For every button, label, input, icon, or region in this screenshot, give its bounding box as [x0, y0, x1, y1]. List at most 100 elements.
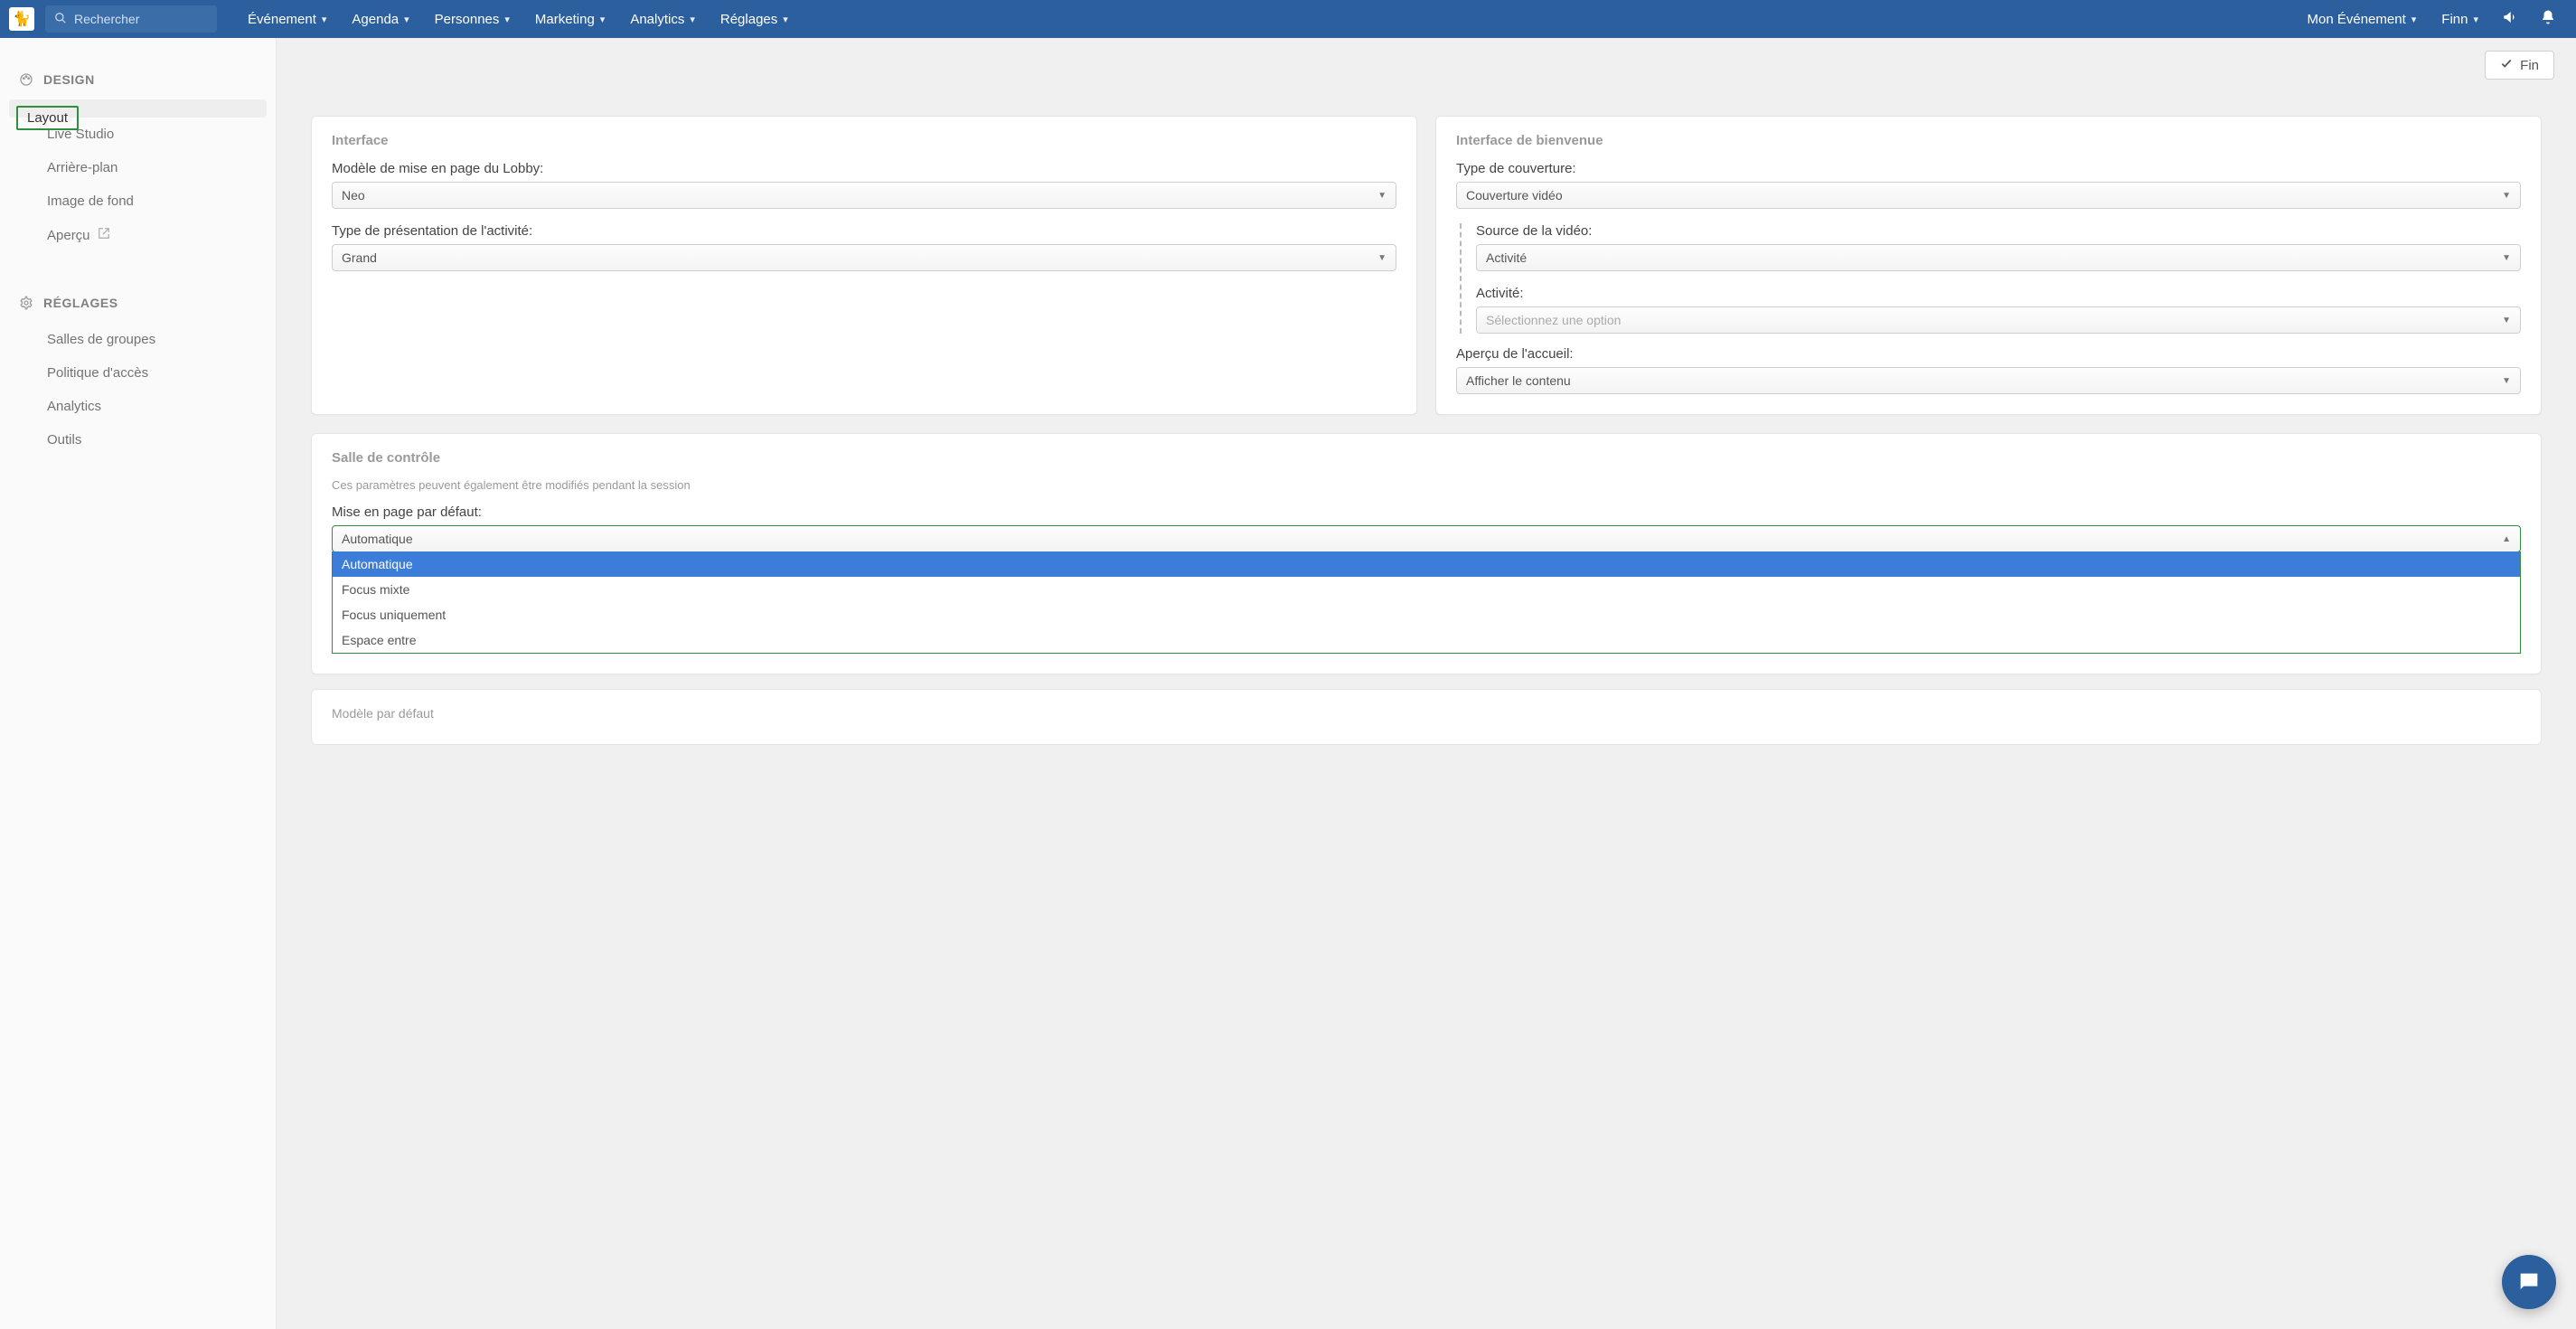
select-lobby-layout[interactable]: Neo ▼: [332, 182, 1396, 209]
nav-label: Personnes: [435, 12, 500, 27]
nav-label: Réglages: [720, 12, 777, 27]
sidebar-group-label: RÉGLAGES: [43, 296, 118, 310]
panel-title: Interface de bienvenue: [1456, 133, 2521, 148]
bell-icon[interactable]: [2529, 9, 2567, 30]
fin-label: Fin: [2520, 58, 2539, 73]
sidebar-group-reglages: RÉGLAGES: [0, 288, 276, 323]
chevron-down-icon: ▾: [322, 14, 327, 25]
sidebar-item-outils[interactable]: Outils: [0, 423, 276, 457]
nav-label: Événement: [248, 12, 316, 27]
sidebar-item-label: Aperçu: [47, 228, 90, 243]
sidebar-item-apercu[interactable]: Aperçu: [0, 218, 276, 252]
nav-personnes[interactable]: Personnes ▾: [422, 12, 522, 27]
field-label-default-layout: Mise en page par défaut:: [332, 504, 2521, 520]
search-wrap[interactable]: [45, 5, 217, 33]
sidebar-group-label: DESIGN: [43, 72, 95, 87]
ghost-select-value: Modèle par défaut: [332, 706, 2521, 721]
caret-down-icon: ▼: [2502, 191, 2511, 201]
sidebar-item-label: Layout: [16, 106, 79, 130]
event-label: Mon Événement: [2308, 12, 2406, 27]
chevron-down-icon: ▾: [783, 14, 788, 25]
panel-below: Modèle par défaut: [311, 689, 2542, 745]
content: Fin Interface Modèle de mise en page du …: [277, 38, 2576, 1329]
check-icon: [2500, 57, 2513, 73]
announce-icon[interactable]: [2491, 9, 2529, 30]
dropdown-option-focus-uniquement[interactable]: Focus uniquement: [333, 602, 2520, 627]
search-input[interactable]: [74, 12, 208, 26]
field-label-video-source: Source de la vidéo:: [1476, 223, 2521, 239]
sidebar-group-design: DESIGN: [0, 65, 276, 99]
app-logo[interactable]: 🐈: [9, 7, 34, 31]
chat-icon: [2516, 1269, 2542, 1295]
topbar: 🐈 Événement ▾ Agenda ▾ Personnes ▾ Marke…: [0, 0, 2576, 38]
dropdown-option-automatique[interactable]: Automatique: [333, 551, 2520, 577]
chevron-down-icon: ▾: [504, 14, 510, 25]
chevron-down-icon: ▾: [2473, 14, 2478, 25]
sidebar-item-label: Analytics: [47, 399, 101, 414]
sidebar-item-salles-groupes[interactable]: Salles de groupes: [0, 323, 276, 356]
fin-button[interactable]: Fin: [2485, 51, 2554, 80]
nav-label: Analytics: [630, 12, 684, 27]
sidebar-item-image-fond[interactable]: Image de fond: [0, 184, 276, 218]
nav-label: Marketing: [535, 12, 595, 27]
nav-label: Agenda: [352, 12, 399, 27]
select-value: Activité: [1486, 250, 1527, 265]
field-label-cover-type: Type de couverture:: [1456, 161, 2521, 176]
select-value: Sélectionnez une option: [1486, 313, 1621, 327]
nav-analytics[interactable]: Analytics ▾: [617, 12, 708, 27]
sidebar-item-analytics[interactable]: Analytics: [0, 390, 276, 423]
panel-title: Salle de contrôle: [332, 450, 2521, 466]
field-label-lobby-layout: Modèle de mise en page du Lobby:: [332, 161, 1396, 176]
main-nav: Événement ▾ Agenda ▾ Personnes ▾ Marketi…: [235, 12, 801, 27]
sidebar-item-label: Outils: [47, 432, 81, 448]
sidebar-item-label: Image de fond: [47, 193, 134, 209]
topbar-right: Mon Événement ▾ Finn ▾: [2295, 9, 2567, 30]
chevron-down-icon: ▾: [2411, 14, 2417, 25]
select-activity-presentation[interactable]: Grand ▼: [332, 244, 1396, 271]
search-icon: [54, 12, 67, 27]
external-link-icon: [98, 227, 110, 243]
panel-subtitle: Ces paramètres peuvent également être mo…: [332, 478, 2521, 492]
palette-icon: [18, 72, 34, 87]
nav-marketing[interactable]: Marketing ▾: [522, 12, 617, 27]
dropdown-option-focus-mixte[interactable]: Focus mixte: [333, 577, 2520, 602]
caret-down-icon: ▼: [2502, 376, 2511, 386]
panel-title: Interface: [332, 133, 1396, 148]
sidebar-item-arriere-plan[interactable]: Arrière-plan: [0, 151, 276, 184]
caret-up-icon: ▲: [2502, 534, 2511, 544]
panel-control-room: Salle de contrôle Ces paramètres peuvent…: [311, 433, 2542, 674]
dropdown-option-espace-entre[interactable]: Espace entre: [333, 627, 2520, 653]
caret-down-icon: ▼: [2502, 253, 2511, 263]
chat-bubble[interactable]: [2502, 1255, 2556, 1309]
field-label-home-preview: Aperçu de l'accueil:: [1456, 346, 2521, 362]
select-activity[interactable]: Sélectionnez une option ▼: [1476, 306, 2521, 334]
sidebar-item-label: Politique d'accès: [47, 365, 148, 381]
panel-welcome: Interface de bienvenue Type de couvertur…: [1435, 116, 2542, 415]
caret-down-icon: ▼: [1377, 253, 1387, 263]
nav-agenda[interactable]: Agenda ▾: [339, 12, 421, 27]
nav-reglages[interactable]: Réglages ▾: [708, 12, 801, 27]
user-label: Finn: [2441, 12, 2468, 27]
select-default-layout[interactable]: Automatique ▲: [332, 525, 2521, 552]
caret-down-icon: ▼: [2502, 316, 2511, 325]
chevron-down-icon: ▾: [600, 14, 606, 25]
select-home-preview[interactable]: Afficher le contenu ▼: [1456, 367, 2521, 394]
user-menu[interactable]: Finn ▾: [2429, 12, 2491, 27]
gear-icon: [18, 296, 34, 310]
select-video-source[interactable]: Activité ▼: [1476, 244, 2521, 271]
nav-evenement[interactable]: Événement ▾: [235, 12, 339, 27]
select-value: Automatique: [342, 532, 413, 546]
field-label-activity: Activité:: [1476, 286, 2521, 301]
sidebar-item-label: Arrière-plan: [47, 160, 118, 175]
sidebar-item-politique-acces[interactable]: Politique d'accès: [0, 356, 276, 390]
event-switcher[interactable]: Mon Événement ▾: [2295, 12, 2430, 27]
select-value: Neo: [342, 188, 365, 203]
select-value: Couverture vidéo: [1466, 188, 1563, 203]
chevron-down-icon: ▾: [690, 14, 695, 25]
select-cover-type[interactable]: Couverture vidéo ▼: [1456, 182, 2521, 209]
chevron-down-icon: ▾: [404, 14, 409, 25]
select-value: Grand: [342, 250, 377, 265]
select-value: Afficher le contenu: [1466, 373, 1571, 388]
sidebar-item-layout[interactable]: Layout: [9, 99, 267, 118]
caret-down-icon: ▼: [1377, 191, 1387, 201]
